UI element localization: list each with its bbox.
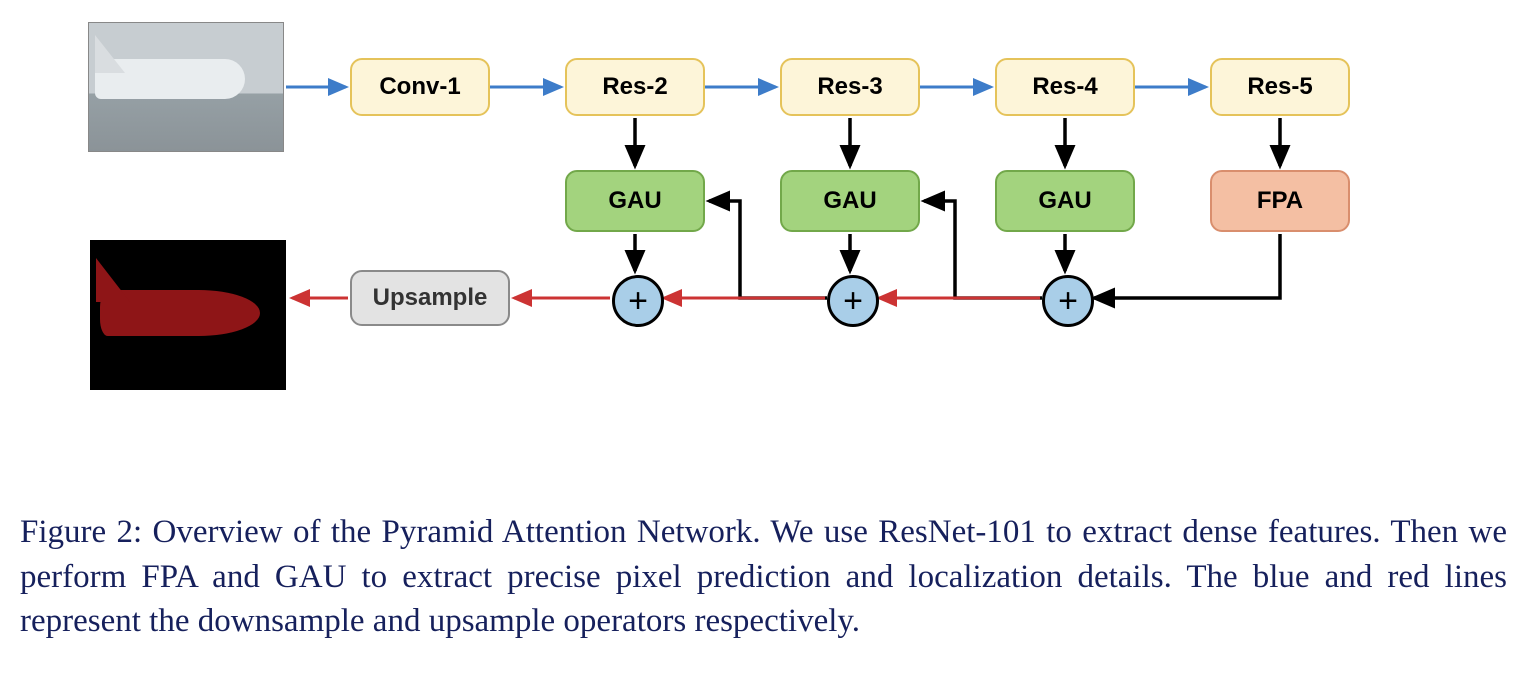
output-image-segmentation (90, 240, 286, 390)
airplane-tail (95, 35, 125, 73)
figure-label: Figure 2: (20, 514, 142, 550)
add-node-3: + (1042, 275, 1094, 327)
airplane-silhouette-tail (96, 258, 130, 302)
block-res2: Res-2 (565, 58, 705, 116)
input-image-airport (88, 22, 284, 152)
block-gau-1: GAU (565, 170, 705, 232)
figure-caption: Figure 2: Overview of the Pyramid Attent… (20, 510, 1507, 644)
add-node-2: + (827, 275, 879, 327)
diagram-canvas: Conv-1 Res-2 Res-3 Res-4 Res-5 GAU GAU G… (0, 0, 1527, 480)
block-res4: Res-4 (995, 58, 1135, 116)
figure-caption-text: Overview of the Pyramid Attention Networ… (20, 514, 1507, 639)
block-conv1: Conv-1 (350, 58, 490, 116)
block-res3: Res-3 (780, 58, 920, 116)
block-gau-2: GAU (780, 170, 920, 232)
block-gau-3: GAU (995, 170, 1135, 232)
block-res5: Res-5 (1210, 58, 1350, 116)
block-fpa: FPA (1210, 170, 1350, 232)
add-node-1: + (612, 275, 664, 327)
block-upsample: Upsample (350, 270, 510, 326)
